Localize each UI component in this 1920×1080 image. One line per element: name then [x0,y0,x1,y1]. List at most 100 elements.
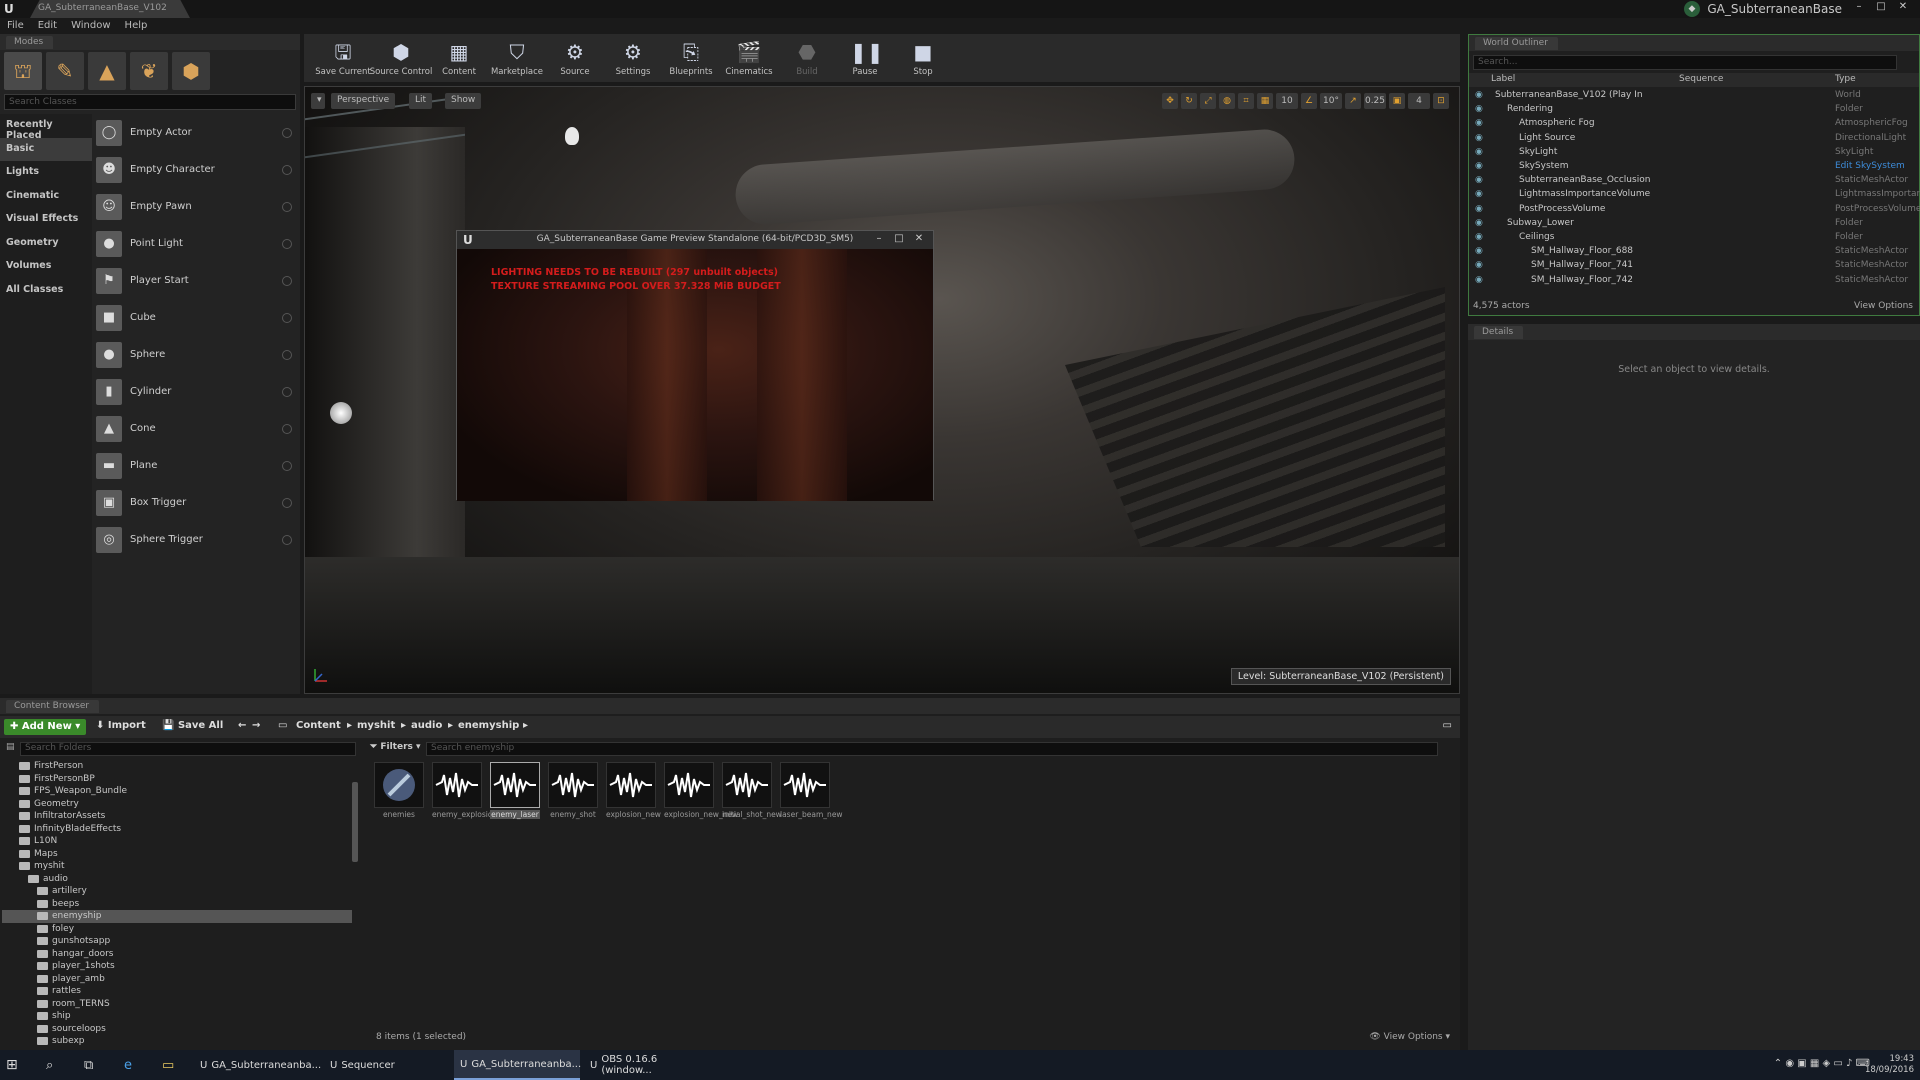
category-recently-placed[interactable]: Recently Placed [0,114,92,141]
asset-enemy-laser[interactable]: enemy_laser [490,762,540,842]
breadcrumb-myshit[interactable]: myshit [357,720,395,731]
breadcrumb-arrow-icon[interactable]: ▸ [347,720,352,731]
outliner-row[interactable]: ◉ Atmospheric Fog AtmosphericFog [1469,117,1909,131]
folder-search-input[interactable]: Search Folders [20,742,356,756]
search-icon[interactable]: ⌕ [40,1050,70,1080]
breadcrumb-arrow-icon[interactable]: ▸ [401,720,406,731]
folder-hangar-doors[interactable]: hangar_doors [2,948,352,961]
folder-player-1shots[interactable]: player_1shots [2,960,352,973]
visibility-eye-icon[interactable]: ◉ [1475,246,1483,256]
game-preview-titlebar[interactable]: U GA_SubterraneanBase Game Preview Stand… [457,231,933,249]
angle-snap-value[interactable]: 10° [1320,93,1342,109]
folder-artillery[interactable]: artillery [2,885,352,898]
foliage-mode-icon[interactable]: ❦ [130,52,168,90]
outliner-row[interactable]: ◉ Ceilings Folder [1469,231,1909,245]
place-item-empty-pawn[interactable]: ☺ Empty Pawn [96,188,296,225]
folder-firstperson[interactable]: FirstPerson [2,760,352,773]
game-preview-render[interactable]: LIGHTING NEEDS TO BE REBUILT (297 unbuil… [457,249,933,501]
file-explorer-icon[interactable]: ▭ [156,1050,186,1080]
asset-initial-shot-new[interactable]: initial_shot_new [722,762,782,842]
clock[interactable]: 19:43 18/09/2016 [1865,1054,1914,1076]
paint-mode-icon[interactable]: ✎ [46,52,84,90]
scale-snap-icon[interactable]: ↗ [1345,93,1361,109]
outliner-view-options[interactable]: View Options [1854,301,1913,311]
info-icon[interactable] [282,312,292,323]
import-button[interactable]: ⬇ Import [96,720,146,731]
category-lights[interactable]: Lights [0,161,92,185]
angle-snap-icon[interactable]: ∠ [1301,93,1317,109]
maximize-viewport-icon[interactable]: ⊡ [1433,93,1449,109]
asset-explosion-new-new[interactable]: explosion_new_new [664,762,738,842]
save-all-button[interactable]: 💾 Save All [162,720,223,731]
level-tab[interactable]: GA_SubterraneanBase_V102 [30,0,190,18]
perspective-button[interactable]: Perspective [331,93,396,109]
asset-enemy-explosion[interactable]: enemy_explosion [432,762,497,842]
folder-sourceloops[interactable]: sourceloops [2,1023,352,1036]
start-windows-icon[interactable]: ⊞ [0,1050,34,1080]
folder-subexp[interactable]: subexp [2,1035,352,1048]
grid-snap-icon[interactable]: ▦ [1257,93,1273,109]
asset-enemy-shot[interactable]: enemy_shot [548,762,598,842]
outliner-row[interactable]: ◉ SM_Hallway_Floor_688 StaticMeshActor [1469,245,1909,259]
reflection-sphere-icon[interactable] [330,402,352,424]
taskbar-app-ga-subterraneanba[interactable]: U GA_Subterraneanba... [454,1050,581,1080]
marketplace-button[interactable]: ⛉ Marketplace [488,34,546,82]
asset-explosion-new[interactable]: explosion_new [606,762,661,842]
info-icon[interactable] [282,238,292,249]
blueprints-button[interactable]: ⎘ Blueprints [662,34,720,82]
info-icon[interactable] [282,275,292,286]
outliner-search-input[interactable]: Search... [1473,55,1897,70]
folder-firstpersonbp[interactable]: FirstPersonBP [2,773,352,786]
visibility-eye-icon[interactable]: ◉ [1475,161,1483,171]
scale-icon[interactable]: ⤢ [1200,93,1216,109]
place-item-empty-actor[interactable]: ◯ Empty Actor [96,114,296,151]
visibility-eye-icon[interactable]: ◉ [1475,147,1483,157]
column-label[interactable]: Label [1491,74,1515,84]
content-browser-tab[interactable]: Content Browser [6,700,100,713]
place-item-plane[interactable]: ▬ Plane [96,447,296,484]
info-icon[interactable] [282,349,292,360]
camera-speed-icon[interactable]: ▣ [1389,93,1405,109]
task-view-icon[interactable]: ⧉ [78,1050,108,1080]
folder-rattles[interactable]: rattles [2,985,352,998]
breadcrumb-arrow-icon[interactable]: ▸ [448,720,453,731]
folder-ship[interactable]: ship [2,1010,352,1023]
visibility-eye-icon[interactable]: ◉ [1475,189,1483,199]
outliner-row-type[interactable]: Edit SkySystem [1835,161,1905,171]
breadcrumb-enemyship[interactable]: enemyship [458,720,519,731]
category-geometry[interactable]: Geometry [0,232,92,256]
place-item-cube[interactable]: ■ Cube [96,299,296,336]
outliner-row[interactable]: ◉ SkyLight SkyLight [1469,146,1909,160]
cinematics-button[interactable]: 🎬 Cinematics [720,34,778,82]
search-classes-input[interactable]: Search Classes [4,94,296,110]
menu-file[interactable]: File [0,18,31,33]
visibility-eye-icon[interactable]: ◉ [1475,175,1483,185]
visibility-eye-icon[interactable]: ◉ [1475,104,1483,114]
taskbar-app-obs-0-16-6-window[interactable]: U OBS 0.16.6 (window... [584,1050,710,1080]
place-item-cone[interactable]: ▲ Cone [96,410,296,447]
folder-geometry[interactable]: Geometry [2,798,352,811]
visibility-eye-icon[interactable]: ◉ [1475,275,1483,285]
maximize-icon[interactable]: □ [891,233,907,244]
outliner-tab[interactable]: World Outliner [1475,37,1558,50]
filters-button[interactable]: ⏷ Filters ▾ [370,742,430,756]
breadcrumb-content[interactable]: Content [296,720,341,731]
settings-button[interactable]: ⚙ Settings [604,34,662,82]
close-icon[interactable]: ✕ [911,233,927,244]
details-tab[interactable]: Details [1474,326,1524,339]
folder-foley[interactable]: foley [2,923,352,936]
menu-window[interactable]: Window [64,18,117,33]
asset-search-input[interactable]: Search enemyship [426,742,1438,756]
column-sequence[interactable]: Sequence [1679,74,1723,84]
visibility-eye-icon[interactable]: ◉ [1475,218,1483,228]
back-arrow-icon[interactable]: ← [238,720,246,731]
folder-audio[interactable]: audio [2,873,352,886]
place-item-empty-character[interactable]: ☻ Empty Character [96,151,296,188]
content-view-options[interactable]: 👁 View Options ▾ [1369,1032,1450,1042]
landscape-mode-icon[interactable]: ▲ [88,52,126,90]
menu-edit[interactable]: Edit [31,18,64,33]
viewport-options-button[interactable]: ▾ [311,93,325,109]
rotate-icon[interactable]: ↻ [1181,93,1197,109]
content-button[interactable]: ▦ Content [430,34,488,82]
surface-snap-icon[interactable]: ⌗ [1238,93,1254,109]
